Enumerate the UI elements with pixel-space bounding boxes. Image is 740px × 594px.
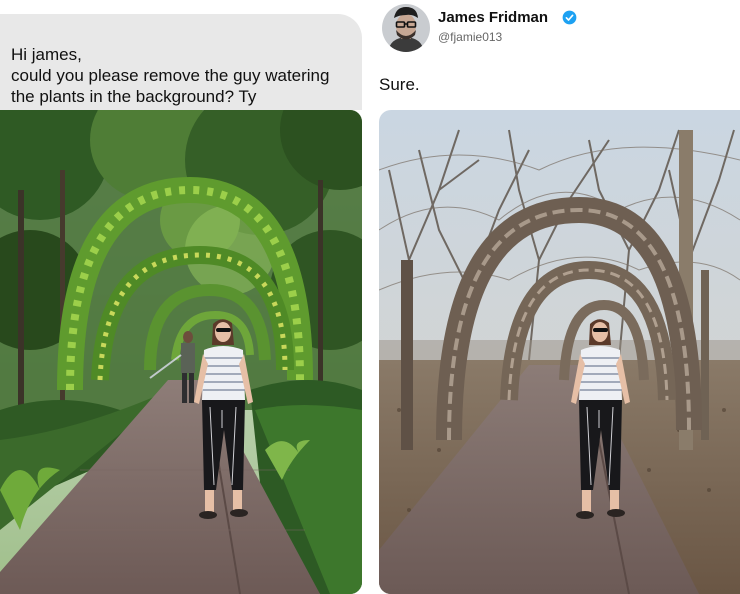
reply-text: Sure.: [379, 75, 420, 94]
author-name[interactable]: James Fridman: [438, 9, 548, 26]
avatar-image: [382, 4, 430, 52]
edited-photo[interactable]: [379, 110, 740, 594]
request-bubble: Hi james, could you please remove the gu…: [0, 14, 362, 110]
request-text: Hi james, could you please remove the gu…: [11, 45, 330, 106]
verified-badge-icon: [562, 10, 577, 25]
avatar[interactable]: [382, 4, 430, 52]
author-handle[interactable]: @fjamie013: [438, 30, 502, 44]
original-photo[interactable]: [0, 110, 362, 594]
